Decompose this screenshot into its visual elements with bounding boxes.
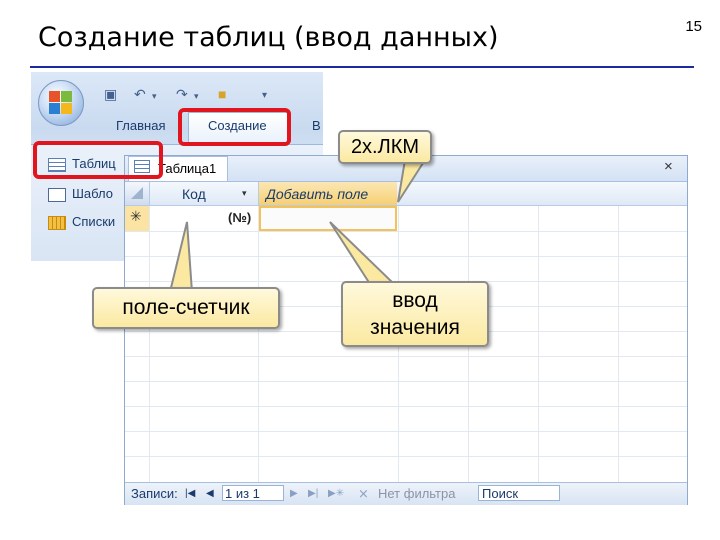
callout-value-entry: ввод значения: [341, 281, 489, 347]
callout-pointers: [168, 159, 427, 293]
pointer-double-click: [397, 159, 427, 203]
callout-counter-field: поле-счетчик: [92, 287, 280, 329]
pointer-counter-field: [168, 221, 194, 293]
pointer-value-entry: [329, 221, 397, 285]
callout-double-click: 2х.ЛКМ: [338, 130, 432, 164]
